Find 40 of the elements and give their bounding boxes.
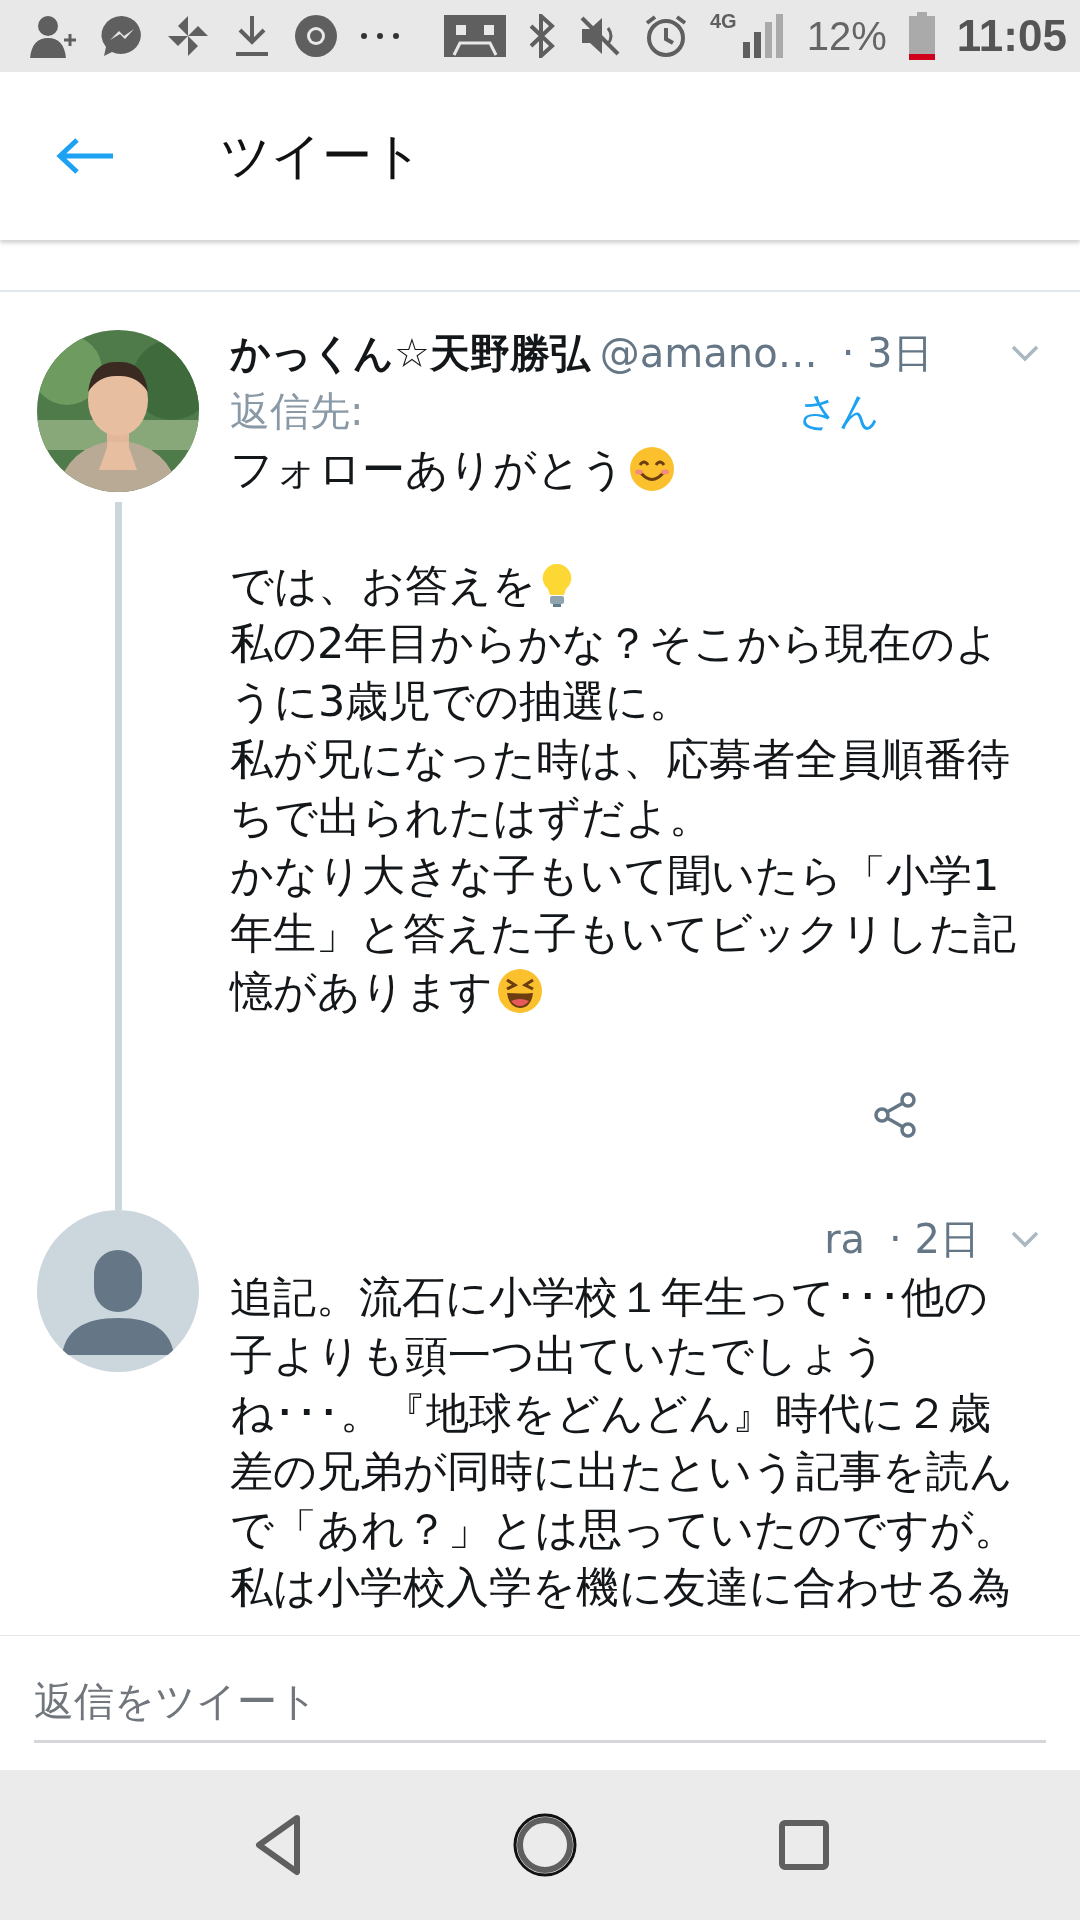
user-name[interactable]: かっくん☆天野勝弘: [230, 325, 590, 381]
cassette-icon: [444, 15, 506, 57]
mute-icon: [578, 14, 622, 58]
smiling-face-icon: [629, 446, 675, 492]
tweet-time: · 2日: [889, 1214, 980, 1264]
tweet-text: 差の兄弟が同時に出たという記事を読ん: [230, 1445, 1013, 1498]
signal-icon: [740, 14, 785, 58]
light-bulb-icon: [540, 562, 574, 608]
network-label: 4G: [710, 10, 737, 33]
home-icon[interactable]: [512, 1812, 578, 1878]
tweet-text: 憶があります: [230, 965, 493, 1018]
tweet-text: ね･･･。『地球をどんどん』時代に２歳: [230, 1387, 991, 1440]
tweet-text: うに3歳児での抽選に。: [230, 675, 693, 728]
user-handle: @amano…: [599, 330, 818, 376]
tweet-text: かなり大きな子もいて聞いたら「小学1: [230, 849, 1000, 902]
user-handle: ra: [824, 1216, 866, 1262]
tweet-text: 子よりも頭一つ出ていたでしょう: [230, 1329, 886, 1382]
tweet-text: 私の2年目からかな？そこから現在のよ: [230, 617, 1000, 670]
recent-apps-icon[interactable]: [779, 1820, 830, 1870]
tweet-text: 追記。流石に小学校１年生って･･･他の: [230, 1271, 988, 1324]
add-person-icon: [30, 14, 78, 58]
battery-percent: 12%: [806, 13, 887, 59]
tweet-text: 年生」と答えた子もいてビックリした記: [230, 907, 1016, 960]
pinwheel-icon: [166, 14, 210, 58]
tweet-text: フォローありがとう: [230, 443, 625, 496]
bluetooth-icon: [528, 14, 556, 58]
clock-time: 11:05: [956, 11, 1067, 61]
tweet-text: 私が兄になった時は、応募者全員順番待: [230, 733, 1010, 786]
tweet-time: · 3日: [841, 328, 933, 378]
chat-bubble-icon: [100, 14, 144, 58]
more-dots-icon: [360, 32, 400, 40]
tweet-text: で「あれ？」とは思っていたのですが。: [230, 1503, 1017, 1556]
battery-icon: [908, 12, 935, 60]
tweet-text: では、お答えを: [230, 559, 536, 612]
reply-to-label: 返信先:: [230, 386, 364, 436]
alarm-clock-icon: [644, 14, 688, 58]
tweet-text: ちで出られたはずだよ。: [230, 791, 712, 844]
tweet-text: 私は小学校入学を機に友達に合わせる為: [230, 1561, 1011, 1614]
page-title: ツイート: [220, 125, 423, 187]
laughing-face-icon: [497, 968, 543, 1014]
